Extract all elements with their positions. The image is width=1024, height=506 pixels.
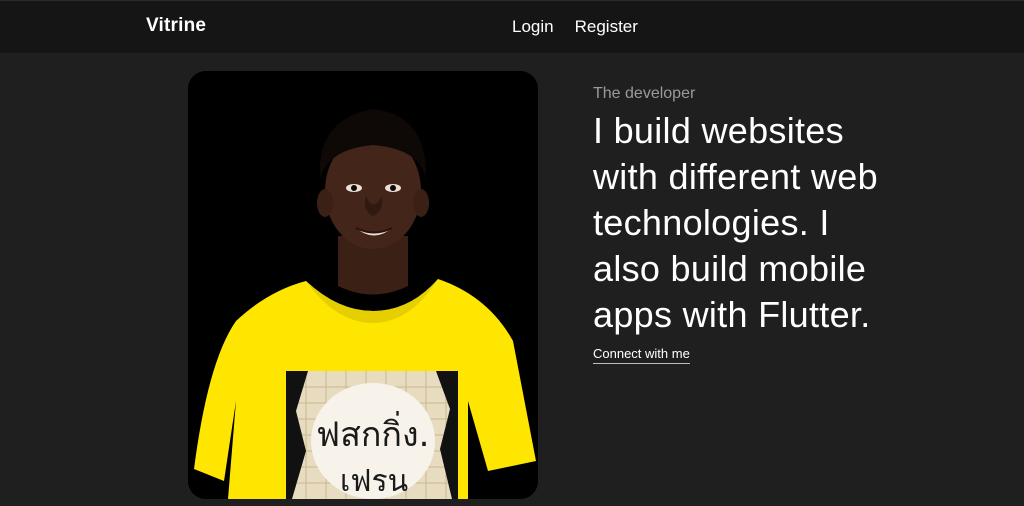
portrait-illustration: ฟสกกิ่ง. เฟรน [188, 71, 538, 499]
shirt-print-text-1: ฟสกกิ่ง. [316, 411, 429, 455]
hero-headline: I build websites with different web tech… [593, 110, 878, 335]
register-link[interactable]: Register [575, 17, 638, 37]
hero-eyebrow: The developer [593, 85, 696, 102]
profile-photo: ฟสกกิ่ง. เฟรน [188, 71, 538, 499]
login-link[interactable]: Login [512, 17, 554, 37]
navbar: Vitrine Login Register [0, 0, 1024, 53]
connect-link[interactable]: Connect with me [593, 346, 690, 364]
hero-section: ฟสกกิ่ง. เฟรน The developer I build webs… [0, 53, 1024, 506]
nav-links: Login Register [512, 17, 638, 37]
shirt-print-text-2: เฟรน [340, 464, 408, 499]
brand-logo[interactable]: Vitrine [146, 15, 206, 37]
page: Vitrine Login Register ฟสกกิ่ง. เฟรน The… [0, 0, 1024, 506]
hero-text: The developer I build websites with diff… [593, 84, 893, 364]
